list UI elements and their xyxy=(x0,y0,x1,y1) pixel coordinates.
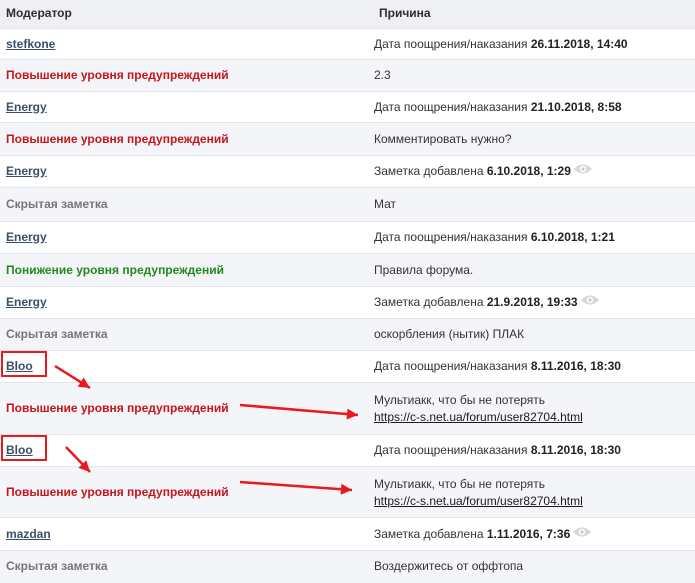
moderator-link[interactable]: mazdan xyxy=(6,527,51,541)
reason-cell: Дата поощрения/наказания 6.10.2018, 1:21 xyxy=(374,229,615,246)
annotation-box xyxy=(1,351,47,377)
action-label: Повышение уровня предупреждений xyxy=(6,485,229,499)
action-label: Скрытая заметка xyxy=(6,197,108,211)
table-row: Energy Заметка добавлена 21.9.2018, 19:33 xyxy=(0,286,695,319)
reason-cell: Мультиакк, что бы не потерять https://c-s… xyxy=(374,476,583,510)
table-row: Energy Заметка добавлена 6.10.2018, 1:29 xyxy=(0,155,695,188)
reason-column-header: Причина xyxy=(379,6,431,20)
reason-cell: Мультиакк, что бы не потерять https://c-s… xyxy=(374,392,583,426)
table-row: Понижение уровня предупреждений Правила ф… xyxy=(0,253,695,287)
moderator-link[interactable]: Energy xyxy=(6,164,47,178)
table-row: Повышение уровня предупреждений Комментир… xyxy=(0,122,695,156)
reason-text: Правила форума. xyxy=(374,263,474,277)
table-row: Повышение уровня предупреждений 2.3 xyxy=(0,59,695,92)
table-row: mazdan Заметка добавлена 1.11.2016, 7:36 xyxy=(0,517,695,551)
action-label: Скрытая заметка xyxy=(6,327,108,341)
reason-cell: Комментировать нужно? xyxy=(374,131,512,148)
table-row: Скрытая заметка Мат xyxy=(0,187,695,222)
date-label: Заметка добавлена xyxy=(374,527,487,541)
reason-cell: 2.3 xyxy=(374,67,391,84)
date-value: 1.11.2016, 7:36 xyxy=(486,527,571,541)
table-header: Модератор Причина xyxy=(0,0,695,29)
reason-cell: оскорбления (нытик) ПЛАК xyxy=(374,326,524,343)
date-label: Дата поощрения/наказания xyxy=(374,359,531,373)
date-value: 26.11.2018, 14:40 xyxy=(530,37,628,51)
annotation-box xyxy=(1,435,47,461)
date-value: 8.11.2016, 18:30 xyxy=(530,359,621,373)
moderator-link[interactable]: Energy xyxy=(6,295,47,309)
table-row: stefkone Дата поощрения/наказания 26.11.2… xyxy=(0,28,695,60)
reason-cell: Заметка добавлена 1.11.2016, 7:36 xyxy=(374,526,592,543)
reason-cell: Воздержитесь от оффтопа xyxy=(374,558,523,575)
eye-icon[interactable] xyxy=(573,163,593,180)
reason-text: Воздержитесь от оффтопа xyxy=(374,559,524,573)
table-row: Скрытая заметка Воздержитесь от оффтопа xyxy=(0,550,695,583)
date-value: 21.10.2018, 8:58 xyxy=(530,100,622,114)
reason-link[interactable]: https://c-s.net.ua/forum/user82704.html xyxy=(374,409,583,426)
reason-cell: Мат xyxy=(374,196,396,213)
action-label: Повышение уровня предупреждений xyxy=(6,401,229,415)
table-row: Energy Дата поощрения/наказания 21.10.201… xyxy=(0,91,695,123)
moderator-link[interactable]: Energy xyxy=(6,230,47,244)
reason-text: Мультиакк, что бы не потерять xyxy=(374,393,546,407)
moderator-column-header: Модератор xyxy=(6,6,72,20)
action-label: Понижение уровня предупреждений xyxy=(6,263,224,277)
date-value: 21.9.2018, 19:33 xyxy=(486,295,578,309)
table-row: Bloo Дата поощрения/наказания 8.11.2016, … xyxy=(0,434,695,467)
date-value: 8.11.2016, 18:30 xyxy=(530,443,621,457)
reason-link[interactable]: https://c-s.net.ua/forum/user82704.html xyxy=(374,493,583,510)
date-label: Дата поощрения/наказания xyxy=(374,37,531,51)
reason-cell: Заметка добавлена 6.10.2018, 1:29 xyxy=(374,163,593,180)
reason-cell: Дата поощрения/наказания 8.11.2016, 18:3… xyxy=(374,442,621,459)
reason-cell: Правила форума. xyxy=(374,262,473,279)
date-label: Дата поощрения/наказания xyxy=(374,230,531,244)
date-value: 6.10.2018, 1:29 xyxy=(486,164,571,178)
date-label: Заметка добавлена xyxy=(374,164,487,178)
reason-cell: Дата поощрения/наказания 8.11.2016, 18:3… xyxy=(374,358,621,375)
reason-text: оскорбления (нытик) ПЛАК xyxy=(374,327,525,341)
date-value: 6.10.2018, 1:21 xyxy=(530,230,615,244)
action-label: Скрытая заметка xyxy=(6,559,108,573)
table-row: Energy Дата поощрения/наказания 6.10.2018… xyxy=(0,221,695,254)
date-label: Заметка добавлена xyxy=(374,295,487,309)
date-label: Дата поощрения/наказания xyxy=(374,443,531,457)
eye-icon[interactable] xyxy=(572,526,592,543)
table-row: Bloo Дата поощрения/наказания 8.11.2016, … xyxy=(0,350,695,383)
action-label: Повышение уровня предупреждений xyxy=(6,68,229,82)
reason-text: 2.3 xyxy=(374,68,391,82)
reason-text: Комментировать нужно? xyxy=(374,132,512,146)
table-row: Повышение уровня предупреждений Мультиакк… xyxy=(0,382,695,435)
eye-icon[interactable] xyxy=(580,294,600,311)
table-row: Скрытая заметка оскорбления (нытик) ПЛАК xyxy=(0,318,695,351)
date-label: Дата поощрения/наказания xyxy=(374,100,531,114)
reason-text: Мат xyxy=(374,197,397,211)
moderator-link[interactable]: Energy xyxy=(6,100,47,114)
reason-cell: Дата поощрения/наказания 26.11.2018, 14:… xyxy=(374,36,628,53)
reason-cell: Заметка добавлена 21.9.2018, 19:33 xyxy=(374,294,600,311)
reason-text: Мультиакк, что бы не потерять xyxy=(374,477,546,491)
moderation-log-table: Модератор Причина stefkone Дата поощрения… xyxy=(0,0,695,583)
action-label: Повышение уровня предупреждений xyxy=(6,132,229,146)
table-row: Повышение уровня предупреждений Мультиакк… xyxy=(0,466,695,518)
moderator-link[interactable]: stefkone xyxy=(6,37,55,51)
reason-cell: Дата поощрения/наказания 21.10.2018, 8:5… xyxy=(374,99,622,116)
